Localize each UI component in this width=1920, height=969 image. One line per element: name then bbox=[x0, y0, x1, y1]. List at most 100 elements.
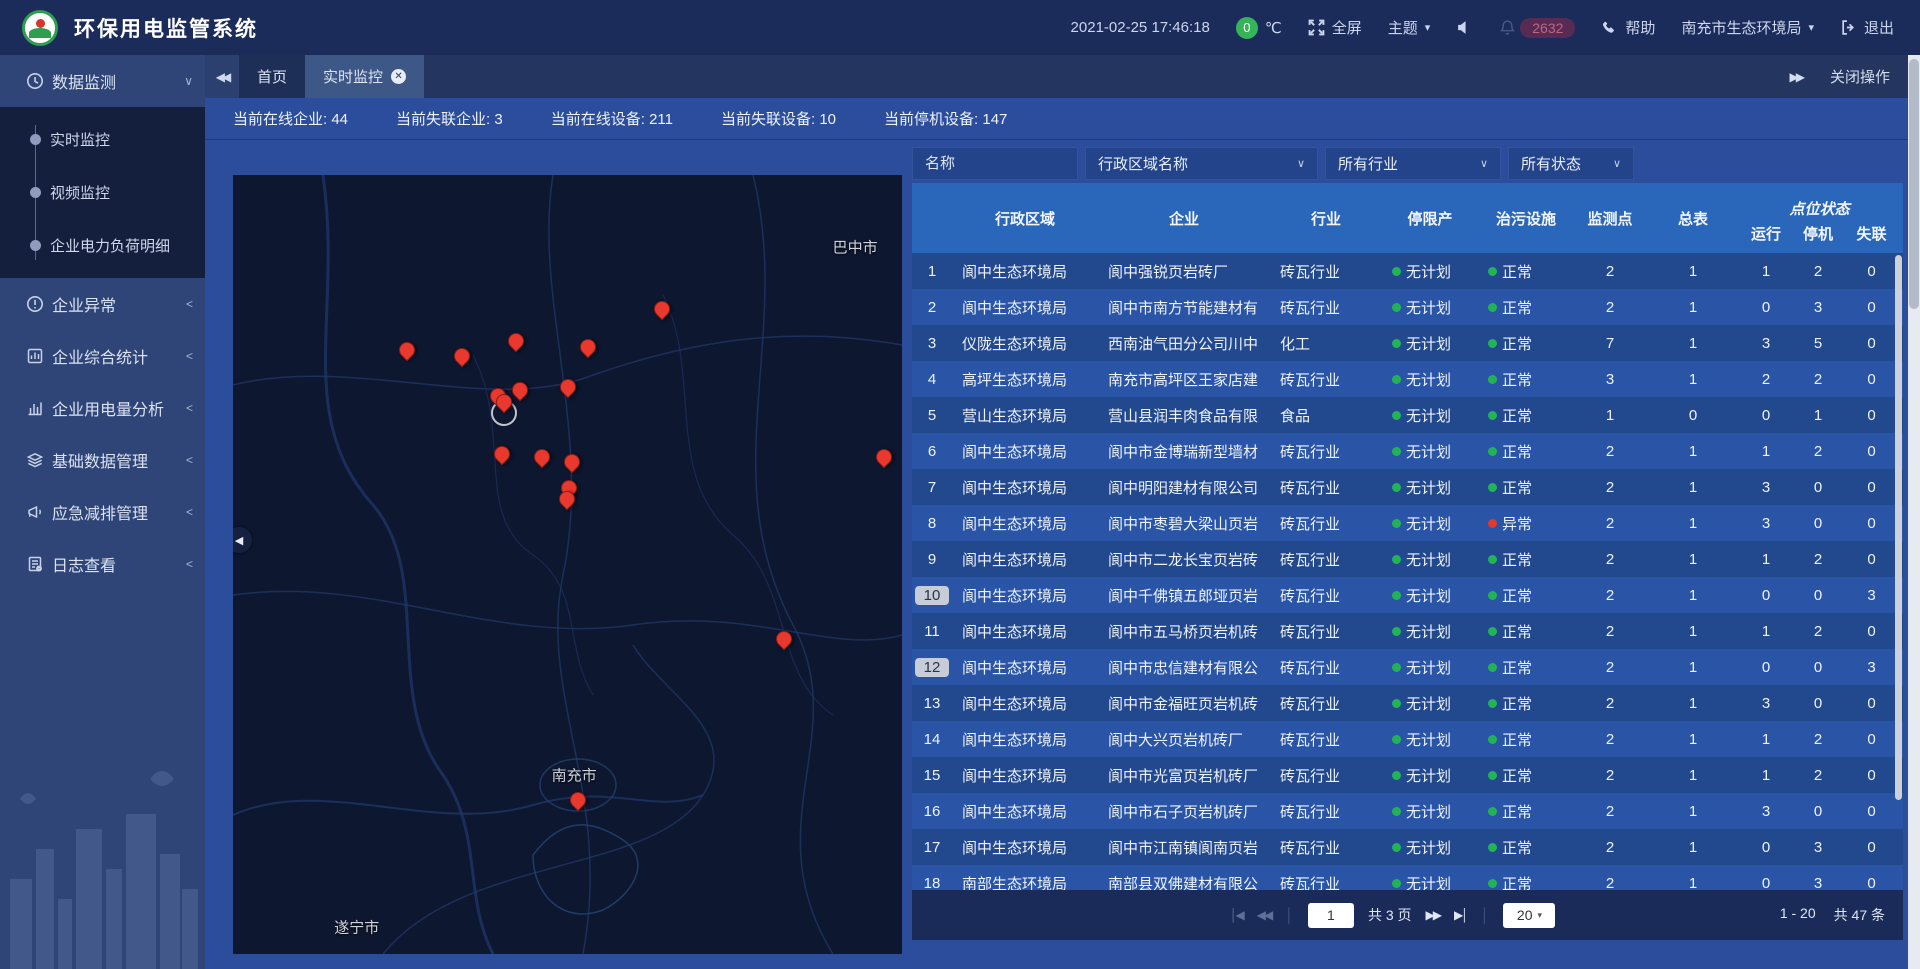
fullscreen-button[interactable]: 全屏 bbox=[1308, 17, 1362, 38]
column-header-region: 行政区域 bbox=[952, 183, 1098, 253]
logout-label: 退出 bbox=[1864, 17, 1894, 38]
status-label: 当前失联设备: bbox=[721, 111, 815, 128]
last-page-button[interactable]: ▶│ bbox=[1454, 908, 1467, 922]
tab-实时监控[interactable]: 实时监控 ✕ bbox=[305, 55, 424, 98]
table-row[interactable]: 14 阆中生态环境局 阆中大兴页岩机砖厂 砖瓦行业 无计划 正常 2 1 1 2… bbox=[912, 721, 1903, 757]
table-row[interactable]: 8 阆中生态环境局 阆中市枣碧大梁山页岩 砖瓦行业 无计划 异常 2 1 3 0… bbox=[912, 505, 1903, 541]
table-row[interactable]: 9 阆中生态环境局 阆中市二龙长宝页岩砖 砖瓦行业 无计划 正常 2 1 1 2… bbox=[912, 541, 1903, 577]
chevron-icon: < bbox=[186, 401, 193, 415]
next-page-button[interactable]: ▶▶ bbox=[1426, 908, 1440, 922]
close-operations-button[interactable]: 关闭操作 bbox=[1830, 66, 1890, 87]
table-row[interactable]: 10 阆中生态环境局 阆中千佛镇五郎垭页岩 砖瓦行业 无计划 正常 2 1 0 … bbox=[912, 577, 1903, 613]
first-page-button[interactable]: │◀ bbox=[1230, 908, 1243, 922]
logout-button[interactable]: 退出 bbox=[1840, 17, 1894, 38]
cell-stop: 0 bbox=[1792, 649, 1844, 685]
sidebar-item-企业电力负荷明细[interactable]: 企业电力负荷明细 bbox=[0, 219, 205, 272]
sidebar-group-数据监测[interactable]: 数据监测 ∨ bbox=[0, 55, 205, 107]
status-dot-icon bbox=[1488, 483, 1497, 492]
table-row[interactable]: 15 阆中生态环境局 阆中市光富页岩机砖厂 砖瓦行业 无计划 正常 2 1 1 … bbox=[912, 757, 1903, 793]
status-filter-select[interactable]: 所有状态 ∨ bbox=[1508, 147, 1634, 180]
cell-points: 1 bbox=[1574, 397, 1646, 433]
double-left-arrow-icon: ◀◀ bbox=[216, 70, 228, 84]
table-row[interactable]: 5 营山生态环境局 营山县润丰肉食品有限 食品 无计划 正常 1 0 0 1 0 bbox=[912, 397, 1903, 433]
cell-meters: 1 bbox=[1646, 433, 1740, 469]
sidebar-group-基础数据管理[interactable]: 基础数据管理 < bbox=[0, 434, 205, 486]
page-scrollbar[interactable] bbox=[1908, 55, 1920, 969]
table-scrollbar-thumb[interactable] bbox=[1895, 255, 1902, 800]
city-skyline-decoration bbox=[0, 759, 205, 969]
cell-lost: 0 bbox=[1844, 289, 1899, 325]
table-row[interactable]: 3 仪陇生态环境局 西南油气田分公司川中 化工 无计划 正常 7 1 3 5 0 bbox=[912, 325, 1903, 361]
name-filter-field[interactable] bbox=[912, 147, 1078, 180]
tab-首页[interactable]: 首页 bbox=[239, 55, 305, 98]
sidebar-group-企业用电量分析[interactable]: 企业用电量分析 < bbox=[0, 382, 205, 434]
theme-dropdown[interactable]: 主题▾ bbox=[1388, 17, 1431, 38]
help-button[interactable]: 帮助 bbox=[1601, 17, 1655, 38]
cell-region: 阆中生态环境局 bbox=[952, 721, 1098, 757]
status-dot-icon bbox=[1392, 447, 1401, 456]
main-content: 巴中市南充市遂宁市 ◀ 行政区域名称 ∨ 所有行业 ∨ 所有状态 ∨ 行政区域 bbox=[205, 140, 1920, 969]
status-dot-icon bbox=[1488, 843, 1497, 852]
cell-region: 南部生态环境局 bbox=[952, 865, 1098, 890]
sidebar-group-企业综合统计[interactable]: 企业综合统计 < bbox=[0, 330, 205, 382]
cell-limit: 无计划 bbox=[1382, 757, 1478, 793]
page-size-select[interactable]: 20 ▾ bbox=[1503, 903, 1555, 928]
cell-limit: 无计划 bbox=[1382, 325, 1478, 361]
table-row[interactable]: 2 阆中生态环境局 阆中市南方节能建材有 砖瓦行业 无计划 正常 2 1 0 3… bbox=[912, 289, 1903, 325]
sidebar-group-企业异常[interactable]: 企业异常 < bbox=[0, 278, 205, 330]
tab-close-icon[interactable]: ✕ bbox=[391, 69, 406, 84]
log-icon bbox=[26, 555, 44, 573]
stats-icon bbox=[26, 347, 44, 365]
cell-limit: 无计划 bbox=[1382, 397, 1478, 433]
table-row[interactable]: 1 阆中生态环境局 阆中强锐页岩砖厂 砖瓦行业 无计划 正常 2 1 1 2 0 bbox=[912, 253, 1903, 289]
industry-filter-select[interactable]: 所有行业 ∨ bbox=[1325, 147, 1501, 180]
table-row[interactable]: 7 阆中生态环境局 阆中明阳建材有限公司 砖瓦行业 无计划 正常 2 1 3 0… bbox=[912, 469, 1903, 505]
prev-page-button[interactable]: ◀◀ bbox=[1257, 908, 1271, 922]
table-row[interactable]: 12 阆中生态环境局 阆中市忠信建材有限公 砖瓦行业 无计划 正常 2 1 0 … bbox=[912, 649, 1903, 685]
sidebar-group-日志查看[interactable]: 日志查看 < bbox=[0, 538, 205, 590]
status-dot-icon bbox=[1392, 519, 1401, 528]
table-row[interactable]: 18 南部生态环境局 南部县双佛建材有限公 砖瓦行业 无计划 正常 2 1 0 … bbox=[912, 865, 1903, 890]
cell-meters: 1 bbox=[1646, 325, 1740, 361]
table-row[interactable]: 6 阆中生态环境局 阆中市金博瑞新型墙材 砖瓦行业 无计划 正常 2 1 1 2… bbox=[912, 433, 1903, 469]
table-row[interactable]: 4 高坪生态环境局 南充市高坪区王家店建 砖瓦行业 无计划 正常 3 1 2 2… bbox=[912, 361, 1903, 397]
notifications[interactable]: 2632 bbox=[1499, 18, 1575, 38]
bullet-dot-icon bbox=[30, 134, 41, 145]
sidebar-group-应急减排管理[interactable]: 应急减排管理 < bbox=[0, 486, 205, 538]
cell-lost: 0 bbox=[1844, 397, 1899, 433]
table-row[interactable]: 11 阆中生态环境局 阆中市五马桥页岩机砖 砖瓦行业 无计划 正常 2 1 1 … bbox=[912, 613, 1903, 649]
tabs-scroll-left-button[interactable]: ◀◀ bbox=[205, 55, 239, 98]
cell-company: 阆中市枣碧大梁山页岩 bbox=[1098, 505, 1270, 541]
status-filter-value: 所有状态 bbox=[1521, 153, 1581, 174]
map-panel[interactable]: 巴中市南充市遂宁市 ◀ bbox=[233, 175, 902, 954]
page-scrollbar-thumb[interactable] bbox=[1909, 59, 1919, 309]
cell-run: 1 bbox=[1740, 721, 1792, 757]
cell-lost: 0 bbox=[1844, 325, 1899, 361]
sidebar-group-label: 基础数据管理 bbox=[52, 448, 148, 472]
cell-limit: 无计划 bbox=[1382, 649, 1478, 685]
cell-run: 1 bbox=[1740, 433, 1792, 469]
cell-region: 阆中生态环境局 bbox=[952, 469, 1098, 505]
sidebar-item-视频监控[interactable]: 视频监控 bbox=[0, 166, 205, 219]
region-filter-select[interactable]: 行政区域名称 ∨ bbox=[1085, 147, 1318, 180]
cell-limit: 无计划 bbox=[1382, 505, 1478, 541]
cell-meters: 1 bbox=[1646, 649, 1740, 685]
mute-button[interactable] bbox=[1456, 19, 1473, 36]
column-header-points: 监测点 bbox=[1574, 183, 1646, 253]
status-label: 当前失联企业: bbox=[396, 111, 490, 128]
cell-company: 阆中市五马桥页岩机砖 bbox=[1098, 613, 1270, 649]
name-filter-input[interactable] bbox=[925, 155, 1065, 172]
cell-points: 2 bbox=[1574, 253, 1646, 289]
sidebar-item-实时监控[interactable]: 实时监控 bbox=[0, 113, 205, 166]
page-number-input[interactable]: 1 bbox=[1308, 903, 1354, 928]
cell-region: 阆中生态环境局 bbox=[952, 757, 1098, 793]
app-header: 环保用电监管系统 2021-02-25 17:46:18 0 ℃ 全屏 主题▾ … bbox=[0, 0, 1920, 55]
chevron-icon: ∨ bbox=[184, 74, 193, 88]
table-row[interactable]: 13 阆中生态环境局 阆中市金福旺页岩机砖 砖瓦行业 无计划 正常 2 1 3 … bbox=[912, 685, 1903, 721]
org-dropdown[interactable]: 南充市生态环境局▾ bbox=[1681, 17, 1814, 38]
row-index: 6 bbox=[919, 442, 945, 461]
table-row[interactable]: 16 阆中生态环境局 阆中市石子页岩机砖厂 砖瓦行业 无计划 正常 2 1 3 … bbox=[912, 793, 1903, 829]
tabs-scroll-right-button[interactable]: ▶▶ bbox=[1790, 70, 1802, 84]
table-row[interactable]: 17 阆中生态环境局 阆中市江南镇阆南页岩 砖瓦行业 无计划 正常 2 1 0 … bbox=[912, 829, 1903, 865]
cell-run: 3 bbox=[1740, 469, 1792, 505]
